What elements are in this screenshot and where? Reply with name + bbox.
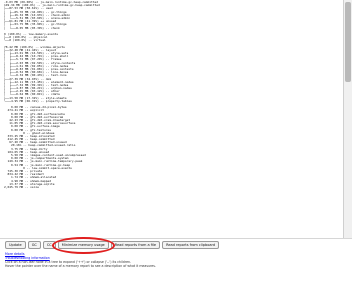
cc-button[interactable]: CC <box>42 241 56 249</box>
scrollbar-thumb[interactable] <box>345 2 351 82</box>
separator <box>0 238 352 239</box>
minimize-memory-usage-button[interactable]: Minimize memory usage <box>57 241 109 249</box>
vertical-scrollbar[interactable] <box>343 0 352 238</box>
button-row: Update GC CC Minimize memory usage Read … <box>5 240 220 250</box>
report-line: 2,045.79 MB -- vsize <box>4 184 39 189</box>
read-reports-clipboard-button[interactable]: Read reports from clipboard <box>162 241 220 249</box>
read-reports-file-button[interactable]: Read reports from a file <box>110 241 161 249</box>
update-button[interactable]: Update <box>5 241 26 249</box>
gc-button[interactable]: GC <box>27 241 41 249</box>
hint-text: Hover the pointer over the name of a mem… <box>5 264 156 268</box>
footer-links: More details Troubleshooting information… <box>5 252 156 268</box>
memory-report-text: -0.03 MB (00.00%) -- js-main-runtime-gc-… <box>0 0 344 239</box>
